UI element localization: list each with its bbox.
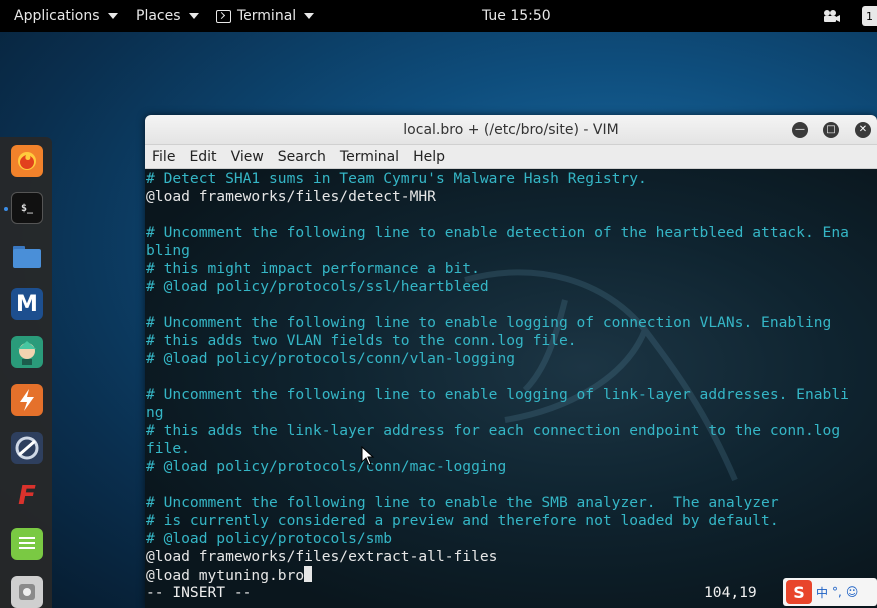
ime-punctuation[interactable]: °, <box>832 585 842 599</box>
menu-edit[interactable]: Edit <box>182 149 223 165</box>
firefox-icon[interactable] <box>11 145 43 177</box>
menu-search[interactable]: Search <box>271 149 333 165</box>
editor-line: # is currently considered a preview and … <box>146 512 877 530</box>
editor-line-text: # this adds the link-layer address for e… <box>146 422 841 439</box>
terminal-app-menu[interactable]: Terminal <box>216 0 315 32</box>
menu-terminal[interactable]: Terminal <box>333 149 406 165</box>
editor-line: # Uncomment the following line to enable… <box>146 224 877 242</box>
editor-line: @load mytuning.bro <box>146 566 877 584</box>
editor-line-text: # Uncomment the following line to enable… <box>146 386 849 403</box>
settings-icon[interactable] <box>11 576 43 608</box>
window-titlebar[interactable]: local.bro + (/etc/bro/site) - VIM — □ ✕ <box>145 115 877 145</box>
applications-label: Applications <box>14 8 100 24</box>
terminal-content[interactable]: # Detect SHA1 sums in Team Cymru's Malwa… <box>145 170 877 608</box>
editor-line: # Uncomment the following line to enable… <box>146 314 877 332</box>
editor-line: bling <box>146 242 877 260</box>
editor-line-text: # @load policy/protocols/ssl/heartbleed <box>146 278 489 295</box>
applications-menu[interactable]: Applications <box>14 0 118 32</box>
system-menu[interactable]: 1 <box>862 6 877 26</box>
text-cursor <box>304 566 313 582</box>
editor-line: # @load policy/protocols/conn/mac-loggin… <box>146 458 877 476</box>
editor-line-text: # @load policy/protocols/conn/vlan-loggi… <box>146 350 516 367</box>
menu-help[interactable]: Help <box>406 149 452 165</box>
window-title: local.bro + (/etc/bro/site) - VIM <box>403 121 619 138</box>
active-indicator <box>4 207 8 211</box>
clock[interactable]: Tue 15:50 <box>482 0 551 32</box>
editor-line-text: # this might impact performance a bit. <box>146 260 480 277</box>
minimize-icon[interactable]: — <box>792 122 808 138</box>
editor-line-text: file. <box>146 440 190 457</box>
editor-line-text: @load mytuning.bro <box>146 567 305 584</box>
editor-line: # @load policy/protocols/ssl/heartbleed <box>146 278 877 296</box>
editor-line: # this might impact performance a bit. <box>146 260 877 278</box>
menu-bar: File Edit View Search Terminal Help <box>145 145 877 169</box>
dock: $_ M F <box>0 137 52 608</box>
editor-line-text: # Uncomment the following line to enable… <box>146 494 779 511</box>
menu-view[interactable]: View <box>224 149 271 165</box>
clock-label: Tue 15:50 <box>482 8 551 24</box>
editor-line-text: ng <box>146 404 164 421</box>
editor-line: # @load policy/protocols/conn/vlan-loggi… <box>146 350 877 368</box>
editor-line-text: # Detect SHA1 sums in Team Cymru's Malwa… <box>146 170 647 187</box>
input-method-bar[interactable]: S 中 °, ☺ <box>783 578 877 606</box>
editor-line: @load frameworks/files/extract-all-files <box>146 548 877 566</box>
files-icon[interactable] <box>11 240 43 272</box>
places-label: Places <box>136 8 181 24</box>
burpsuite-icon[interactable] <box>11 384 43 416</box>
metasploit-icon[interactable]: M <box>11 288 43 320</box>
editor-line: # this adds two VLAN fields to the conn.… <box>146 332 877 350</box>
close-icon[interactable]: ✕ <box>855 122 871 138</box>
terminal-label: Terminal <box>237 8 297 24</box>
video-camera-icon <box>824 10 840 22</box>
sogou-logo: S <box>786 580 812 604</box>
places-menu[interactable]: Places <box>136 0 199 32</box>
mouse-pointer-icon <box>361 446 375 466</box>
people-icon[interactable] <box>822 0 840 32</box>
cursor-position: 104,19 <box>704 584 757 601</box>
system-indicator: 1 <box>866 9 873 23</box>
editor-line-text: # is currently considered a preview and … <box>146 512 779 529</box>
editor-line: ng <box>146 404 877 422</box>
editor-line: file. <box>146 440 877 458</box>
editor-line-text: bling <box>146 242 190 259</box>
editor-lines: # Detect SHA1 sums in Team Cymru's Malwa… <box>146 170 877 584</box>
chevron-down-icon <box>188 13 199 19</box>
editor-line-text: @load frameworks/files/detect-MHR <box>146 188 436 205</box>
editor-line: # Uncomment the following line to enable… <box>146 386 877 404</box>
leafpad-icon[interactable] <box>11 528 43 560</box>
top-panel: Applications Places Terminal Tue 15:50 1 <box>0 0 877 32</box>
editor-line-text: # @load policy/protocols/smb <box>146 530 393 547</box>
editor-line-text: # Uncomment the following line to enable… <box>146 224 849 241</box>
faraday-icon[interactable]: F <box>11 480 43 512</box>
editor-line: @load frameworks/files/detect-MHR <box>146 188 877 206</box>
ime-chinese-mode[interactable]: 中 <box>816 584 828 601</box>
editor-line: # Uncomment the following line to enable… <box>146 494 877 512</box>
editor-line-text: # Uncomment the following line to enable… <box>146 314 832 331</box>
editor-line: # Detect SHA1 sums in Team Cymru's Malwa… <box>146 170 877 188</box>
maximize-icon[interactable]: □ <box>823 122 839 138</box>
editor-line: # this adds the link-layer address for e… <box>146 422 877 440</box>
chevron-down-icon <box>304 13 315 19</box>
editor-line-text: @load frameworks/files/extract-all-files <box>146 548 498 565</box>
editor-line-text: # @load policy/protocols/conn/mac-loggin… <box>146 458 507 475</box>
terminal-icon[interactable]: $_ <box>11 192 43 224</box>
editor-line: # @load policy/protocols/smb <box>146 530 877 548</box>
armitage-icon[interactable] <box>11 336 43 368</box>
chevron-down-icon <box>107 13 118 19</box>
vim-mode: -- INSERT -- <box>146 584 252 601</box>
ime-emoji[interactable]: ☺ <box>846 585 859 599</box>
vim-status-line: -- INSERT -- 104,19 <box>146 584 876 602</box>
menu-file[interactable]: File <box>145 149 182 165</box>
maltego-icon[interactable] <box>11 432 43 464</box>
editor-line-text: # this adds two VLAN fields to the conn.… <box>146 332 577 349</box>
terminal-icon <box>216 9 231 23</box>
vim-terminal-window: local.bro + (/etc/bro/site) - VIM — □ ✕ … <box>145 115 877 608</box>
